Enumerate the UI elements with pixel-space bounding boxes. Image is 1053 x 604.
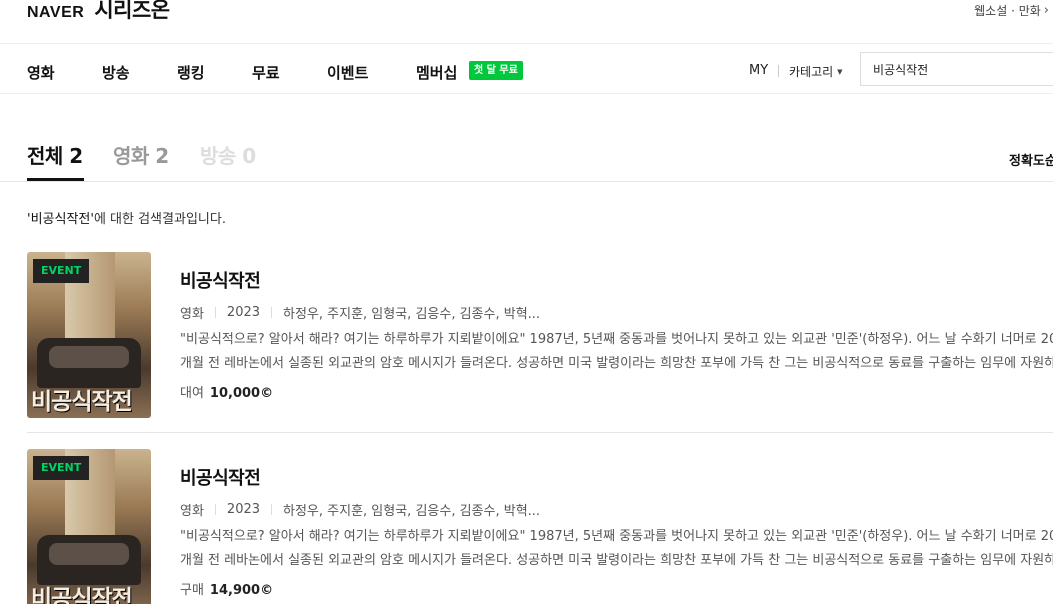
description-line: 개월 전 레바논에서 실종된 외교관의 암호 메시지가 들려온다. 성공하면 미… [180, 553, 1053, 568]
nav-item-membership[interactable]: 멤버십 [416, 62, 457, 83]
nav-item-broadcast[interactable]: 방송 [102, 62, 130, 83]
search-result-suffix: 에 대한 검색결과입니다. [93, 212, 226, 227]
tab-movie[interactable]: 영화 2 [113, 140, 169, 169]
category-dropdown[interactable]: 카테고리 ▼ [789, 63, 843, 80]
sort-accuracy-button[interactable]: 정확도순 [1009, 150, 1053, 169]
item-genre: 영화 [180, 504, 204, 519]
price-type: 구매 [180, 583, 204, 598]
item-meta: 영화 2023 하정우, 주지훈, 임형국, 김응수, 김종수, 박혁... [180, 303, 540, 322]
my-link[interactable]: MY [749, 63, 768, 78]
meta-divider [214, 307, 216, 318]
brand-logo[interactable]: NAVER 시리즈온 [27, 0, 170, 24]
cookie-coin-icon: © [260, 386, 274, 401]
item-description: "비공식적으로? 알아서 해라? 여기는 하루하루가 지뢰밭이에요" 1987년… [180, 328, 1053, 376]
membership-free-badge: 첫 달 무료 [469, 61, 523, 80]
caret-down-icon: ▼ [837, 67, 843, 76]
event-badge: EVENT [33, 456, 90, 480]
nav-divider [778, 65, 779, 77]
nav-item-free[interactable]: 무료 [252, 62, 280, 83]
item-title[interactable]: 비공식작전 [180, 464, 261, 490]
naver-logo[interactable]: NAVER [27, 4, 84, 22]
category-label: 카테고리 [789, 65, 834, 79]
poster-art [49, 346, 129, 368]
nav-item-event[interactable]: 이벤트 [327, 62, 368, 83]
poster-title: 비공식작전 [31, 389, 133, 415]
top-header: NAVER 시리즈온 웹소설 · 만화 › [0, 0, 1053, 44]
item-genre: 영화 [180, 307, 204, 322]
description-line: "비공식적으로? 알아서 해라? 여기는 하루하루가 지뢰밭이에요" 1987년… [180, 529, 1053, 544]
meta-divider [271, 504, 273, 515]
search-query-text: '비공식작전' [27, 212, 94, 227]
meta-divider [271, 307, 273, 318]
main-nav: 영화 방송 랭킹 무료 이벤트 멤버십 첫 달 무료 MY 카테고리 ▼ [0, 45, 1053, 94]
item-price: 구매 14,900© [180, 579, 273, 598]
item-cast: 하정우, 주지훈, 임형국, 김응수, 김종수, 박혁... [283, 307, 541, 322]
price-value: 10,000© [209, 386, 274, 401]
event-badge: EVENT [33, 259, 90, 283]
poster-art [49, 543, 129, 565]
price-type: 대여 [180, 386, 204, 401]
poster-thumbnail[interactable]: 비공식작전 EVENT [27, 449, 151, 604]
result-tabs: 전체 2 영화 2 방송 0 정확도순 [0, 94, 1053, 182]
series-on-logo[interactable]: 시리즈온 [94, 0, 170, 24]
item-price: 대여 10,000© [180, 382, 273, 401]
tab-all[interactable]: 전체 2 [27, 140, 83, 169]
nav-item-movie[interactable]: 영화 [27, 62, 55, 83]
description-line: "비공식적으로? 알아서 해라? 여기는 하루하루가 지뢰밭이에요" 1987년… [180, 332, 1053, 347]
list-item[interactable]: 비공식작전 EVENT 비공식작전 영화 2023 하정우, 주지훈, 임형국,… [27, 449, 1053, 604]
poster-title: 비공식작전 [31, 586, 133, 604]
poster-thumbnail[interactable]: 비공식작전 EVENT [27, 252, 151, 418]
switch-label: 웹소설 · 만화 [974, 4, 1041, 18]
search-input[interactable] [860, 52, 1053, 86]
active-tab-indicator [27, 178, 84, 181]
item-year: 2023 [226, 502, 261, 517]
webnovel-comic-link[interactable]: 웹소설 · 만화 › [974, 2, 1049, 19]
cookie-coin-icon: © [260, 583, 274, 598]
description-line: 개월 전 레바논에서 실종된 외교관의 암호 메시지가 들려온다. 성공하면 미… [180, 356, 1053, 371]
nav-item-ranking[interactable]: 랭킹 [177, 62, 205, 83]
meta-divider [214, 504, 216, 515]
item-title[interactable]: 비공식작전 [180, 267, 261, 293]
list-item[interactable]: 비공식작전 EVENT 비공식작전 영화 2023 하정우, 주지훈, 임형국,… [27, 252, 1053, 433]
item-meta: 영화 2023 하정우, 주지훈, 임형국, 김응수, 김종수, 박혁... [180, 500, 540, 519]
price-value: 14,900© [209, 583, 274, 598]
item-year: 2023 [226, 305, 261, 320]
tab-broadcast[interactable]: 방송 0 [200, 140, 256, 169]
item-description: "비공식적으로? 알아서 해라? 여기는 하루하루가 지뢰밭이에요" 1987년… [180, 525, 1053, 573]
search-result-message: '비공식작전'에 대한 검색결과입니다. [27, 208, 226, 227]
chevron-right-icon: › [1043, 3, 1049, 18]
item-cast: 하정우, 주지훈, 임형국, 김응수, 김종수, 박혁... [283, 504, 541, 519]
